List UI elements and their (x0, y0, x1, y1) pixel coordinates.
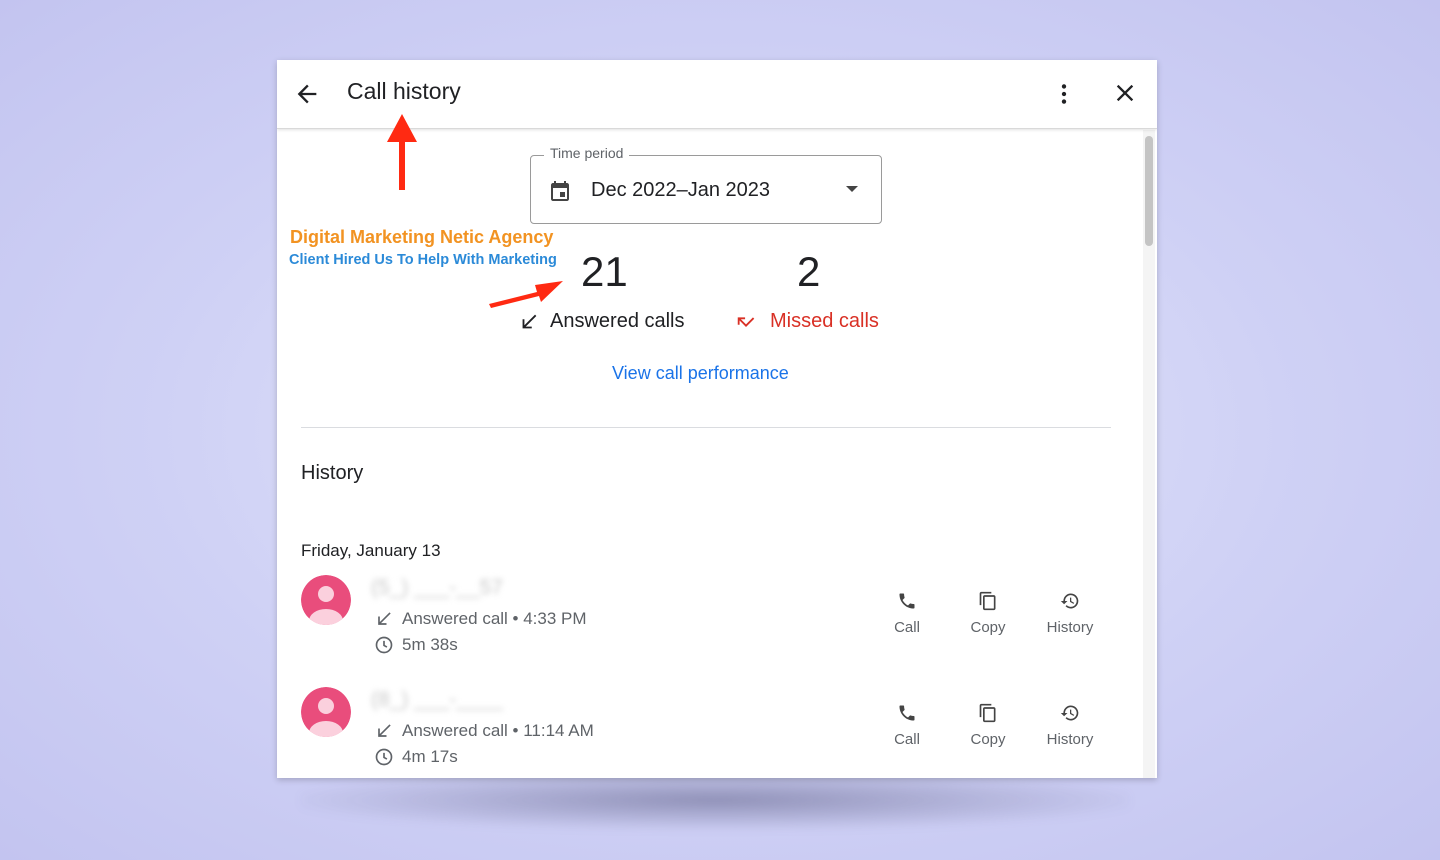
section-divider (301, 427, 1111, 428)
avatar-icon (301, 687, 351, 737)
call-duration: 5m 38s (402, 635, 458, 654)
answered-call-icon (522, 314, 537, 329)
copy-button-label: Copy (970, 619, 1006, 636)
history-button-label: History (1046, 731, 1094, 748)
answered-calls-label: Answered calls (550, 310, 685, 332)
history-icon (1060, 705, 1079, 721)
dropdown-arrow-icon (846, 186, 858, 192)
copy-button[interactable]: Copy (953, 703, 1023, 753)
call-list-item[interactable]: (5_) ___-__57 Answered call • 4:33 PM 5m… (277, 575, 1137, 675)
time-period-select[interactable]: Time period Dec 2022–Jan 2023 (530, 145, 882, 224)
caller-number: (5_) ___-__57 (371, 576, 503, 599)
phone-icon (899, 705, 915, 721)
call-button[interactable]: Call (872, 591, 942, 641)
missed-calls-count: 2 (797, 248, 821, 295)
call-history-dialog: Call history Time period Dec 2022–Jan 20… (277, 60, 1157, 778)
history-button[interactable]: History (1035, 591, 1105, 641)
calendar-icon (551, 181, 569, 201)
answered-call-icon (378, 612, 391, 625)
missed-call-icon (737, 317, 755, 327)
time-period-label: Time period (544, 145, 630, 161)
call-button-label: Call (894, 619, 920, 636)
copy-button-label: Copy (970, 731, 1006, 748)
call-button[interactable]: Call (872, 703, 942, 753)
call-duration: 4m 17s (402, 747, 458, 766)
vertical-scrollbar[interactable] (1143, 130, 1155, 778)
date-heading: Friday, January 13 (301, 541, 441, 560)
caller-number: (8_) ___-____ (371, 688, 503, 711)
history-button[interactable]: History (1035, 703, 1105, 753)
annotation-arrow-right-icon (489, 281, 563, 308)
history-icon (1060, 593, 1079, 609)
more-options-icon[interactable] (1051, 80, 1077, 108)
view-call-performance-link[interactable]: View call performance (612, 363, 789, 384)
missed-calls-label: Missed calls (770, 310, 879, 332)
avatar-icon (301, 575, 351, 625)
dialog-shadow (300, 770, 1130, 830)
copy-icon (979, 591, 996, 611)
call-button-label: Call (894, 731, 920, 748)
back-arrow-icon[interactable] (293, 80, 321, 108)
answered-calls-count: 21 (581, 248, 628, 295)
page-title: Call history (347, 78, 461, 104)
answered-call-icon (378, 724, 391, 737)
history-heading: History (301, 462, 364, 484)
scrollbar-thumb[interactable] (1145, 136, 1153, 246)
history-button-label: History (1046, 619, 1094, 636)
time-period-value: Dec 2022–Jan 2023 (591, 179, 771, 201)
copy-button[interactable]: Copy (953, 591, 1023, 641)
call-status: Answered call • 11:14 AM (402, 721, 594, 740)
call-status: Answered call • 4:33 PM (402, 609, 587, 628)
agency-tagline: Client Hired Us To Help With Marketing (289, 252, 557, 268)
annotation-arrow-up-icon (387, 114, 417, 190)
agency-name: Digital Marketing Netic Agency (290, 227, 554, 247)
clock-icon (375, 748, 393, 766)
clock-icon (375, 636, 393, 654)
close-icon[interactable] (1111, 79, 1139, 107)
copy-icon (979, 703, 996, 723)
phone-icon (899, 593, 915, 609)
call-list-item[interactable]: (8_) ___-____ Answered call • 11:14 AM 4… (277, 687, 1137, 778)
